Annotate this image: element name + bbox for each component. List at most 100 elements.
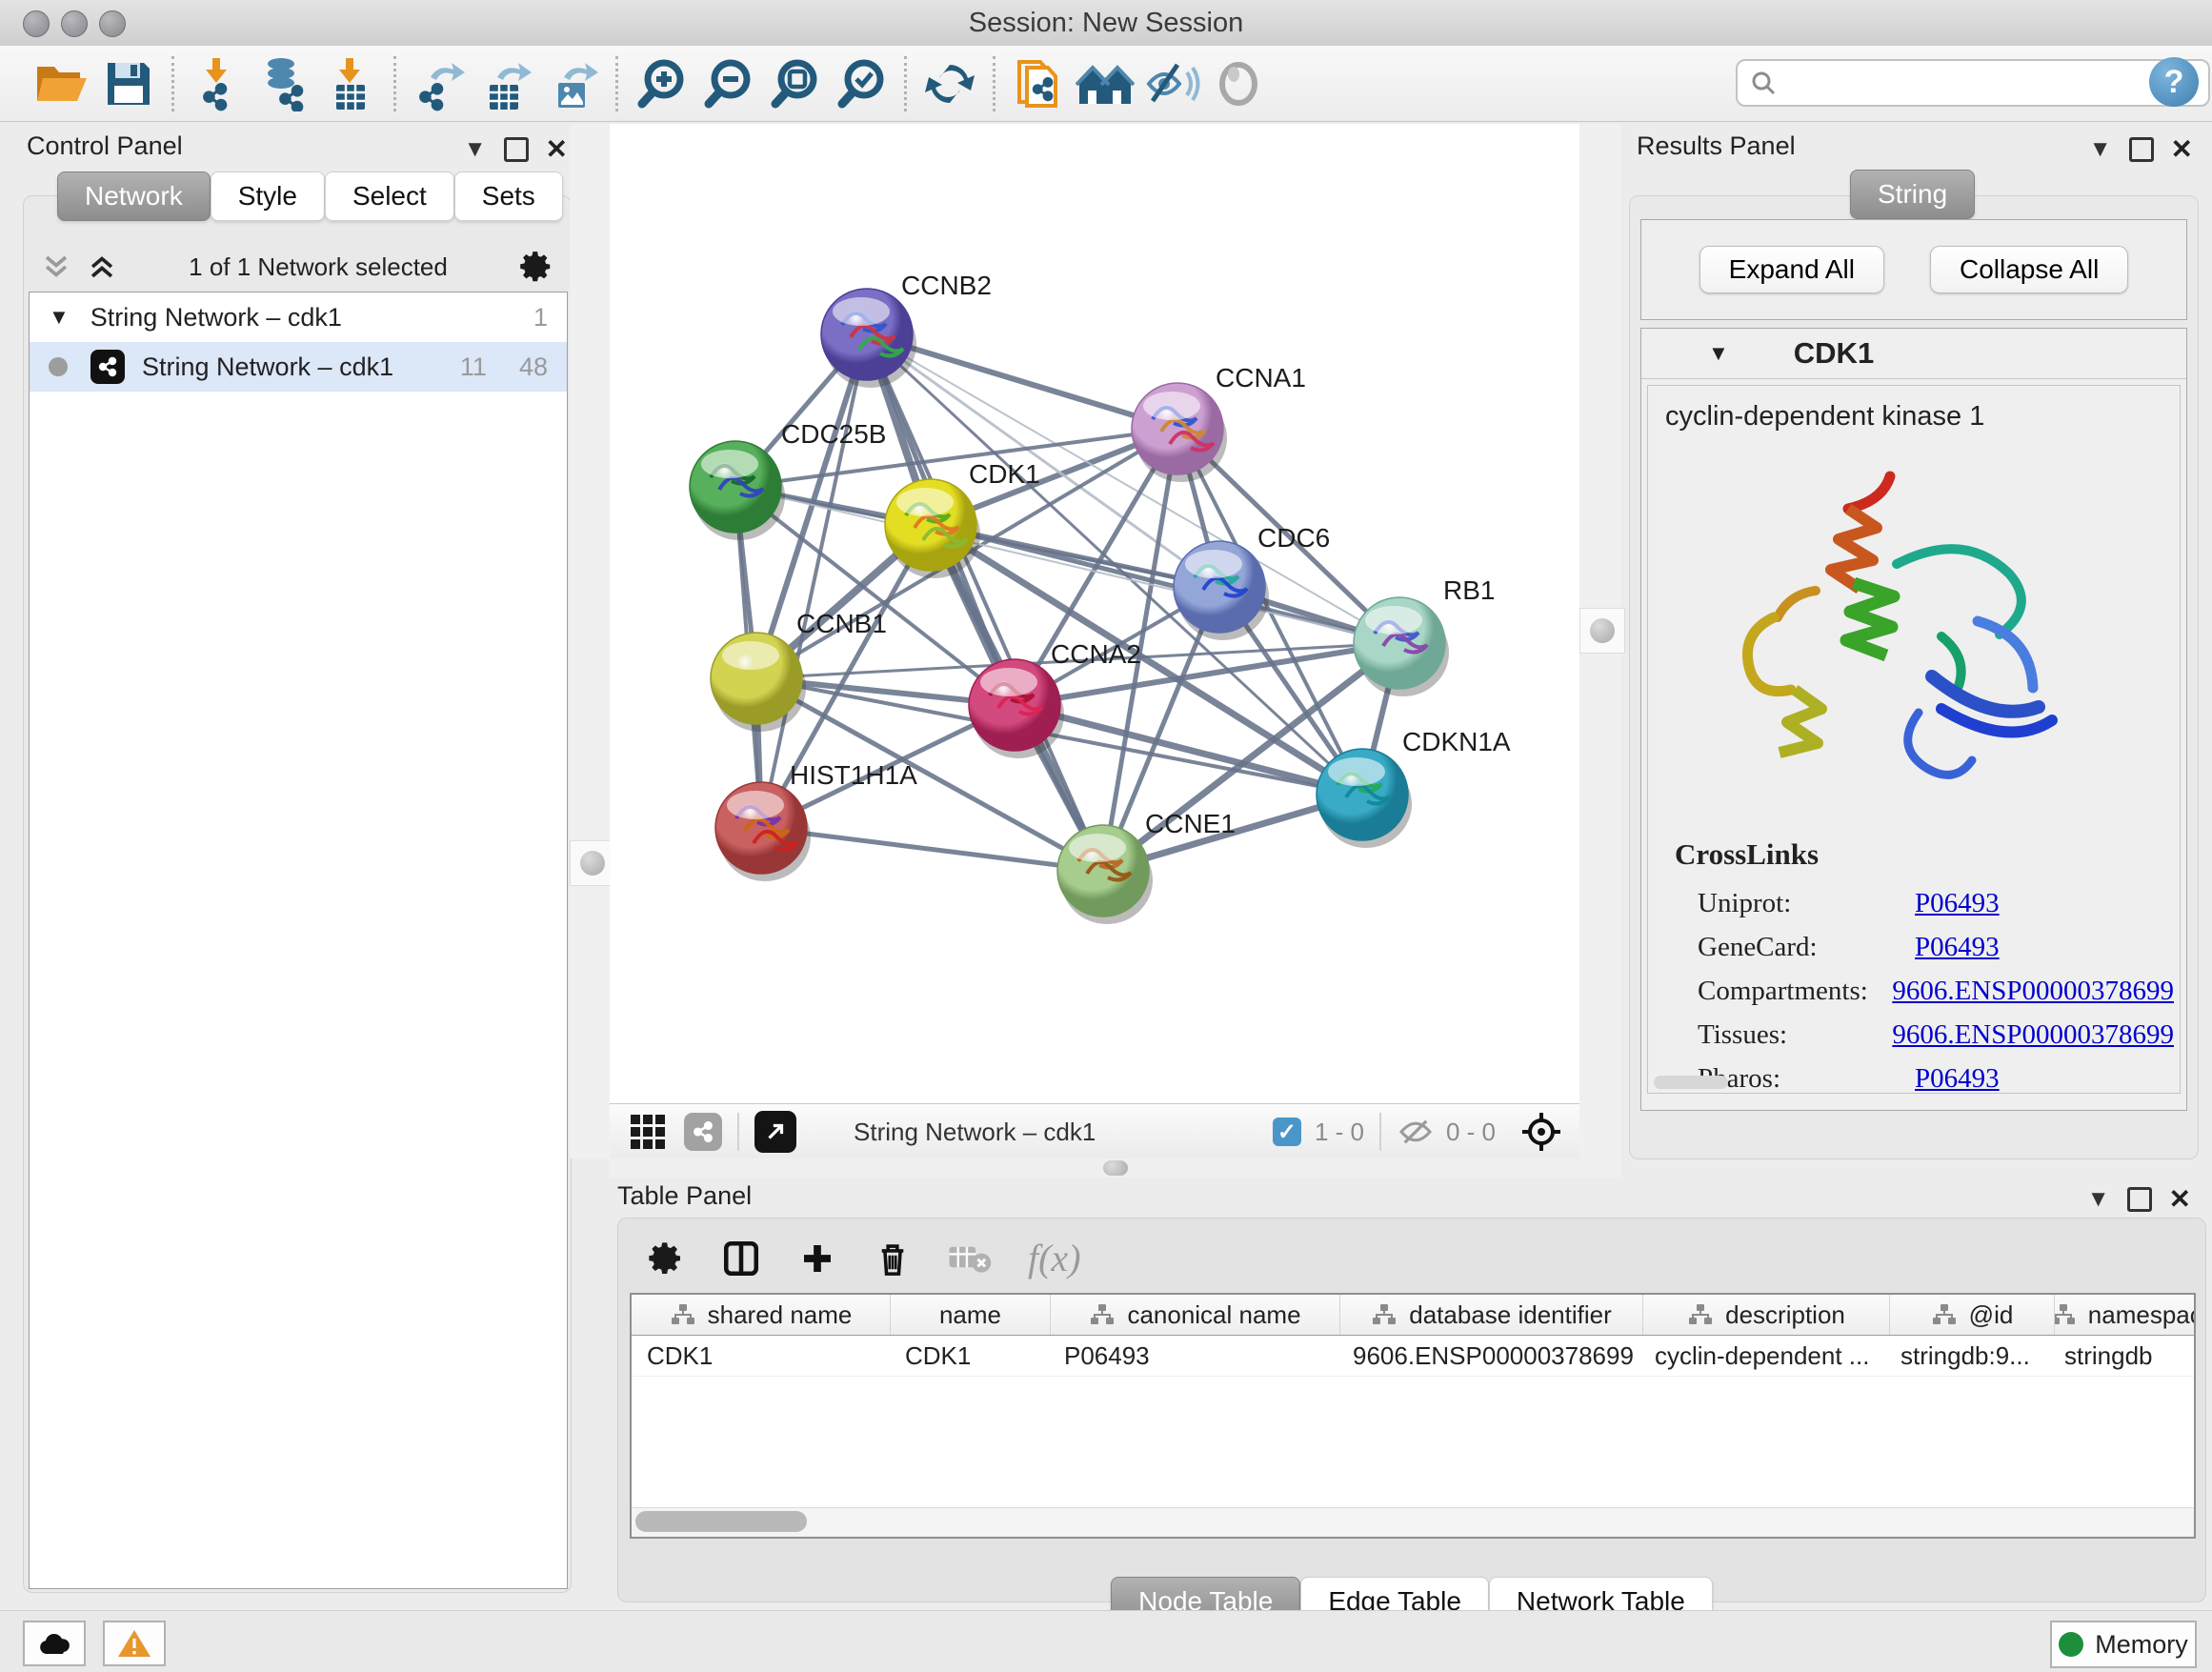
network-collection-row[interactable]: ▼ String Network – cdk1 1: [30, 292, 567, 342]
share-document-button[interactable]: [1005, 50, 1072, 117]
home-layout-button[interactable]: [1072, 50, 1138, 117]
crosslink-link[interactable]: P06493: [1915, 932, 2000, 963]
tab-select[interactable]: Select: [325, 171, 454, 221]
network-row[interactable]: String Network – cdk1 11 48: [30, 342, 567, 392]
cloud-button[interactable]: [23, 1621, 86, 1666]
control-panel-float-icon[interactable]: [504, 137, 529, 162]
expand-all-button[interactable]: Expand All: [1699, 246, 1884, 293]
table-row[interactable]: CDK1CDK1P064939606.ENSP00000378699cyclin…: [632, 1336, 2194, 1377]
export-image-button[interactable]: [539, 50, 606, 117]
splitter-handle-icon[interactable]: [580, 851, 605, 876]
control-panel-menu-icon[interactable]: ▼: [464, 136, 487, 163]
network-node-CCNA1[interactable]: CCNA1: [1132, 363, 1306, 482]
import-table-button[interactable]: [317, 50, 384, 117]
network-node-RB1[interactable]: RB1: [1354, 575, 1495, 696]
save-session-button[interactable]: [95, 50, 162, 117]
export-network-button[interactable]: [406, 50, 473, 117]
collapse-all-button[interactable]: Collapse All: [1930, 246, 2128, 293]
network-node-CDK1[interactable]: CDK1: [885, 459, 1040, 578]
add-column-icon[interactable]: [797, 1239, 837, 1279]
delete-column-icon[interactable]: [874, 1239, 912, 1279]
table-panel-close-icon[interactable]: ✕: [2169, 1183, 2191, 1215]
gear-icon[interactable]: [518, 249, 554, 285]
node-label-CDC25B: CDC25B: [781, 419, 886, 449]
tree-expanded-icon[interactable]: ▼: [49, 305, 70, 330]
string-view-icon[interactable]: [684, 1113, 722, 1151]
network-edge-HIST1H1A-CCNE1[interactable]: [761, 828, 1103, 871]
network-node-CDKN1A[interactable]: CDKN1A: [1317, 727, 1511, 848]
column-header--id[interactable]: @id: [1890, 1295, 2055, 1335]
grid-view-icon[interactable]: [631, 1115, 665, 1149]
control-panel-close-icon[interactable]: ✕: [546, 133, 568, 165]
open-in-window-icon[interactable]: [754, 1111, 796, 1153]
table-panel-menu-icon[interactable]: ▼: [2087, 1186, 2110, 1213]
tab-style[interactable]: Style: [211, 171, 325, 221]
search-box[interactable]: [1736, 59, 2210, 107]
crosslink-link[interactable]: 9606.ENSP00000378699: [1892, 1019, 2174, 1051]
refresh-view-button[interactable]: [916, 50, 983, 117]
section-expanded-icon[interactable]: ▼: [1708, 341, 1729, 366]
show-columns-icon[interactable]: [721, 1239, 761, 1279]
results-panel-close-icon[interactable]: ✕: [2171, 133, 2193, 165]
crosslink-label: Tissues:: [1698, 1019, 1892, 1051]
column-header-name[interactable]: name: [891, 1295, 1051, 1335]
show-details-gray-button[interactable]: [1205, 50, 1272, 117]
hide-details-button[interactable]: [1138, 50, 1205, 117]
import-network-button[interactable]: [184, 50, 251, 117]
zoom-fit-button[interactable]: [761, 50, 828, 117]
splitter-handle-icon[interactable]: [1590, 618, 1615, 643]
column-header-canonical-name[interactable]: canonical name: [1051, 1295, 1340, 1335]
protein-description: cyclin-dependent kinase 1: [1648, 386, 2180, 433]
open-file-button[interactable]: [29, 50, 95, 117]
results-panel-menu-icon[interactable]: ▼: [2089, 136, 2112, 163]
results-scroll-thumb[interactable]: [1654, 1076, 1728, 1089]
control-panel-tabs: NetworkStyleSelectSets: [57, 171, 563, 221]
crosslink-link[interactable]: P06493: [1915, 888, 2000, 919]
table-hscroll-thumb[interactable]: [635, 1511, 807, 1532]
export-table-button[interactable]: [473, 50, 539, 117]
tab-sets[interactable]: Sets: [454, 171, 563, 221]
network-edge-CCNB2-HIST1H1A[interactable]: [761, 334, 867, 828]
results-panel-float-icon[interactable]: [2129, 137, 2154, 162]
search-input[interactable]: [1787, 68, 2197, 99]
column-header-database-identifier[interactable]: database identifier: [1340, 1295, 1643, 1335]
tab-string[interactable]: String: [1850, 170, 1975, 219]
warning-button[interactable]: [103, 1621, 166, 1666]
zoom-selected-icon: [834, 56, 889, 111]
expand-all-icon[interactable]: [86, 251, 118, 283]
table-panel-float-icon[interactable]: [2127, 1187, 2152, 1212]
left-splitter[interactable]: [570, 124, 610, 1158]
network-node-CCNB2[interactable]: CCNB2: [821, 271, 992, 388]
crosslink-link[interactable]: 9606.ENSP00000378699: [1892, 976, 2174, 1007]
column-header-description[interactable]: description: [1643, 1295, 1890, 1335]
column-header-namespace[interactable]: namespace: [2055, 1295, 2196, 1335]
selected-checkbox-icon[interactable]: ✓: [1273, 1118, 1301, 1146]
birds-eye-icon[interactable]: [1520, 1111, 1562, 1153]
memory-button[interactable]: Memory: [2050, 1621, 2197, 1668]
network-canvas[interactable]: CCNB2CCNA1CDC25BCDK1CDC6RB1CCNB1CCNA2CDK…: [610, 124, 1579, 1103]
network-node-HIST1H1A[interactable]: HIST1H1A: [715, 760, 917, 881]
network-edge-CCNB2-CCNE1[interactable]: [867, 334, 1103, 871]
table-settings-gear-icon[interactable]: [647, 1239, 685, 1278]
tab-network[interactable]: Network: [57, 171, 211, 221]
node-label-CCNB2: CCNB2: [901, 271, 992, 300]
zoom-selected-button[interactable]: [828, 50, 895, 117]
network-node-CDC6[interactable]: CDC6: [1174, 523, 1330, 640]
protein-section-header[interactable]: ▼ CDK1: [1641, 329, 2186, 379]
hidden-eye-icon[interactable]: [1397, 1116, 1435, 1148]
zoom-in-button[interactable]: [628, 50, 694, 117]
zoom-out-button[interactable]: [694, 50, 761, 117]
collapse-all-icon[interactable]: [40, 251, 72, 283]
network-node-CCNB1[interactable]: CCNB1: [711, 609, 887, 732]
splitter-handle-icon[interactable]: [1103, 1160, 1128, 1176]
crosslink-row: Uniprot:P06493: [1698, 881, 2174, 925]
window-title: Session: New Session: [0, 8, 2212, 39]
horizontal-splitter[interactable]: [610, 1158, 1621, 1178]
crosslink-link[interactable]: P06493: [1915, 1063, 2000, 1095]
column-header-shared-name[interactable]: shared name: [632, 1295, 891, 1335]
import-database-button[interactable]: [251, 50, 317, 117]
help-button[interactable]: ?: [2149, 57, 2199, 107]
right-splitter[interactable]: [1579, 124, 1621, 1158]
crosslink-label: Compartments:: [1698, 976, 1892, 1007]
table-hscrollbar[interactable]: [632, 1507, 2194, 1537]
